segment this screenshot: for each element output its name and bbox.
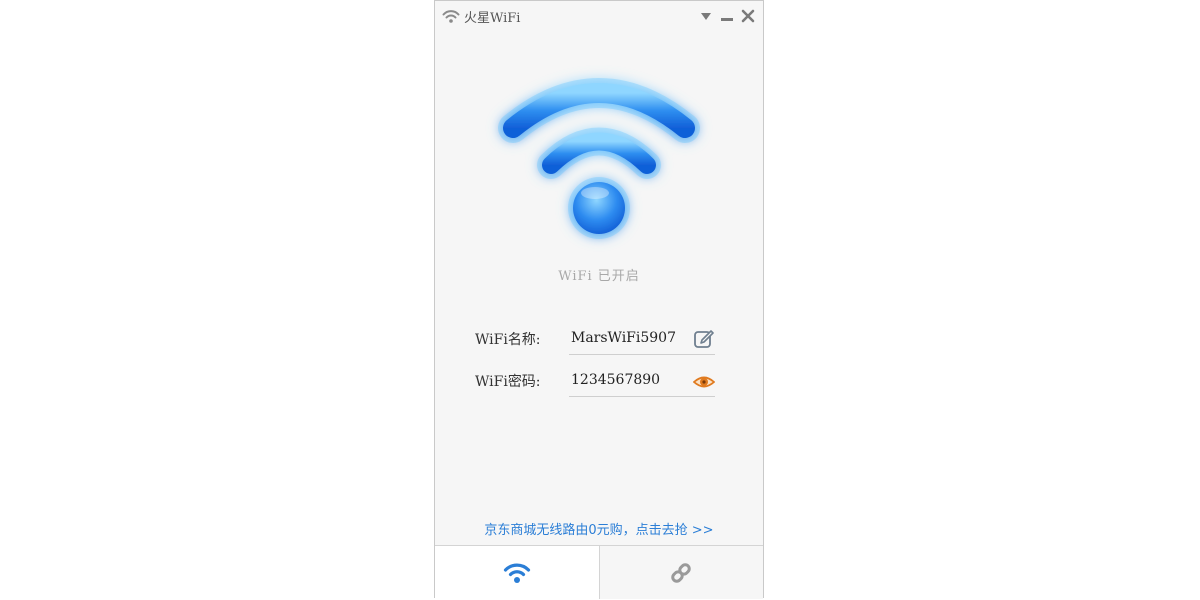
promo-link[interactable]: 京东商城无线路由0元购，点击去抢 >> [435,519,763,538]
wifi-large-icon [498,78,700,239]
wifi-name-label: WiFi名称: [475,332,541,348]
minimize-icon[interactable] [718,7,736,25]
link-icon [671,562,691,583]
dropdown-triangle-icon[interactable] [697,7,715,25]
wifi-name-field[interactable]: MarsWiFi5907 [569,325,715,355]
tab-wifi[interactable] [435,546,600,599]
app-window: 火星WiFi WiFi 已开启 WiFi名称: MarsWiFi5907 WiF… [434,0,764,599]
wifi-small-icon [442,10,460,23]
close-icon[interactable] [739,7,757,25]
window-title: 火星WiFi [464,11,521,26]
wifi-name-row: WiFi名称: MarsWiFi5907 [435,325,763,355]
wifi-password-value: 1234567890 [571,372,661,388]
title-bar[interactable]: 火星WiFi [435,1,763,33]
wifi-password-field[interactable]: 1234567890 [569,367,715,397]
edit-icon[interactable] [693,330,715,350]
bottom-tab-bar [435,545,763,599]
tab-link[interactable] [599,546,763,599]
eye-icon[interactable] [693,372,715,392]
wifi-status-text: WiFi 已开启 [558,269,640,284]
wifi-name-value: MarsWiFi5907 [571,330,676,346]
wifi-password-row: WiFi密码: 1234567890 [435,367,763,397]
wifi-icon [503,563,530,583]
wifi-password-label: WiFi密码: [475,374,541,390]
